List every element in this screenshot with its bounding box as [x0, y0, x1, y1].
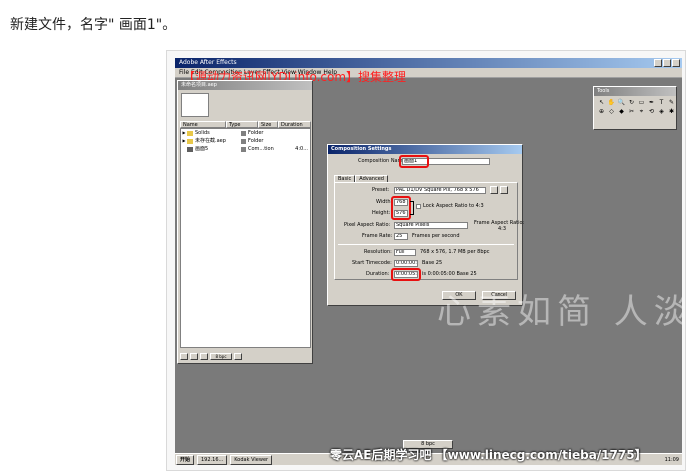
- list-item[interactable]: 画面5 Com...tion 4:0...: [181, 145, 310, 153]
- start-timecode-input[interactable]: 0:00:00:00: [394, 260, 418, 267]
- frame-rate-unit: Frames per second: [412, 233, 460, 239]
- resolution-label: Resolution:: [364, 249, 392, 255]
- tools-panel: Tools ↖ ✋ 🔍 ↻ ▭ ✒ T ✎ ⊕ ◇ ◆ ✂ ⌖ ⟲ ◈ ✱: [593, 86, 677, 130]
- item-type: Folder: [248, 138, 264, 144]
- pen-tool-icon[interactable]: ✒: [647, 99, 656, 107]
- project-panel: 未命名项目.aep Name Type Size Duration ▶ Soli…: [177, 80, 313, 364]
- dialog-title: Composition Settings: [328, 145, 522, 154]
- taskbar-clock: 11:09: [664, 456, 679, 463]
- rotation-tool-icon[interactable]: ↻: [627, 99, 636, 107]
- column-type[interactable]: Type: [226, 121, 258, 128]
- frame-aspect-value: 4:3: [498, 226, 507, 232]
- stamp-tool-icon[interactable]: ◈: [657, 108, 666, 116]
- type-icon: [241, 138, 246, 144]
- window-controls: [654, 59, 680, 67]
- delete-button[interactable]: [234, 352, 242, 360]
- new-folder-button[interactable]: [190, 352, 198, 360]
- duration-info: is 0:00:05:00 Base 25: [422, 271, 477, 277]
- orbit-tool-icon[interactable]: ⟲: [647, 108, 656, 116]
- zoom-tool-icon[interactable]: 🔍: [617, 99, 626, 107]
- resolution-info: 768 x 576, 1.7 MB per 8bpc: [420, 249, 490, 255]
- shape-tool-icon[interactable]: ◇: [607, 108, 616, 116]
- item-type: Com...tion: [248, 146, 274, 152]
- type-icon: [241, 130, 246, 136]
- taskbar-item[interactable]: 192.16...: [197, 454, 228, 465]
- start-timecode-label: Start Timecode:: [352, 260, 392, 266]
- minimize-button[interactable]: [654, 59, 662, 67]
- ae-title-bar: Adobe After Effects: [175, 58, 682, 68]
- new-composition-button[interactable]: [200, 352, 208, 360]
- width-label: Width:: [376, 199, 393, 205]
- list-item[interactable]: ▶ Solids Folder: [181, 129, 310, 137]
- close-button[interactable]: [672, 59, 680, 67]
- composition-icon: [187, 146, 193, 152]
- settings-tabs: Basic Advanced: [334, 175, 388, 182]
- delete-preset-button[interactable]: [500, 186, 508, 194]
- resolution-select[interactable]: Full: [394, 249, 416, 256]
- bpc-toggle[interactable]: 8 bpc: [210, 352, 232, 360]
- folder-icon: [187, 138, 193, 144]
- section-divider: [338, 244, 514, 245]
- start-timecode-base: Base 25: [422, 260, 443, 266]
- project-column-headers: Name Type Size Duration: [180, 121, 311, 128]
- lock-link-icon: [410, 201, 414, 215]
- caption: 新建文件，名字" 画面1"。: [10, 17, 177, 33]
- column-name[interactable]: Name: [180, 121, 226, 128]
- tab-advanced[interactable]: Advanced: [355, 175, 388, 182]
- list-item[interactable]: ▶ 未存在截.aep Folder: [181, 137, 310, 145]
- item-type: Folder: [248, 130, 264, 136]
- lock-aspect-checkbox[interactable]: [416, 204, 421, 209]
- item-name: Solids: [195, 130, 210, 136]
- height-label: Height:: [372, 210, 391, 216]
- frame-rate-label: Frame Rate:: [362, 233, 393, 239]
- type-icon: [241, 146, 246, 152]
- composition-name-highlight: [399, 155, 429, 168]
- tools-panel-title: Tools: [594, 87, 676, 96]
- item-name: 未存在截.aep: [195, 138, 226, 144]
- pixel-aspect-label: Pixel Aspect Ratio:: [344, 222, 391, 228]
- item-duration: 4:0...: [295, 146, 308, 152]
- save-preset-button[interactable]: [490, 186, 498, 194]
- taskbar-item[interactable]: Kodak Viewer: [230, 454, 273, 465]
- tab-basic[interactable]: Basic: [334, 175, 356, 182]
- composition-settings-dialog: Composition Settings Composition Name: 画…: [327, 144, 524, 306]
- project-thumbnail: [181, 93, 209, 117]
- ae-desktop: Adobe After Effects File Edit Compositio…: [175, 58, 682, 465]
- fill-tool-icon[interactable]: ◆: [617, 108, 626, 116]
- puppet-tool-icon[interactable]: ✱: [667, 108, 676, 116]
- hand-tool-icon[interactable]: ✋: [607, 99, 616, 107]
- duration-label: Duration:: [366, 271, 390, 277]
- anchor-tool-icon[interactable]: ⊕: [597, 108, 606, 116]
- target-tool-icon[interactable]: ⌖: [637, 108, 646, 116]
- cut-tool-icon[interactable]: ✂: [627, 108, 636, 116]
- interpret-footage-button[interactable]: [180, 352, 188, 360]
- pixel-aspect-select[interactable]: Square Pixels: [394, 222, 468, 229]
- duration-highlight: [391, 268, 421, 281]
- maximize-button[interactable]: [663, 59, 671, 67]
- brush-tool-icon[interactable]: ✎: [667, 99, 676, 107]
- column-duration[interactable]: Duration: [278, 121, 311, 128]
- width-height-highlight: [391, 196, 411, 220]
- preset-select[interactable]: PAL D1/DV Square Pix, 768 x 576: [394, 187, 486, 194]
- project-footer: 8 bpc: [180, 351, 311, 361]
- tools-grid: ↖ ✋ 🔍 ↻ ▭ ✒ T ✎ ⊕ ◇ ◆ ✂ ⌖ ⟲ ◈ ✱: [594, 96, 676, 119]
- item-name: 画面5: [195, 146, 209, 152]
- folder-icon: [187, 130, 193, 136]
- type-tool-icon[interactable]: T: [657, 99, 666, 107]
- selection-tool-icon[interactable]: ↖: [597, 99, 606, 107]
- start-button[interactable]: 开始: [176, 454, 194, 465]
- mask-tool-icon[interactable]: ▭: [637, 99, 646, 107]
- project-list: ▶ Solids Folder ▶ 未存在截.aep Folder 画面5 Co…: [180, 128, 311, 348]
- watermark-bottom: 零云AE后期学习吧 【www.linecg.com/tieba/1775】: [330, 448, 647, 462]
- watermark-middle: 心素如简 人淡如菊: [437, 292, 682, 332]
- lock-aspect-label: Lock Aspect Ratio to 4:3: [423, 203, 484, 209]
- project-panel-title: 未命名项目.aep: [178, 81, 312, 90]
- ae-app-title: Adobe After Effects: [179, 59, 237, 66]
- column-size[interactable]: Size: [258, 121, 278, 128]
- preset-label: Preset:: [372, 187, 390, 193]
- frame-rate-input[interactable]: 25: [394, 233, 408, 240]
